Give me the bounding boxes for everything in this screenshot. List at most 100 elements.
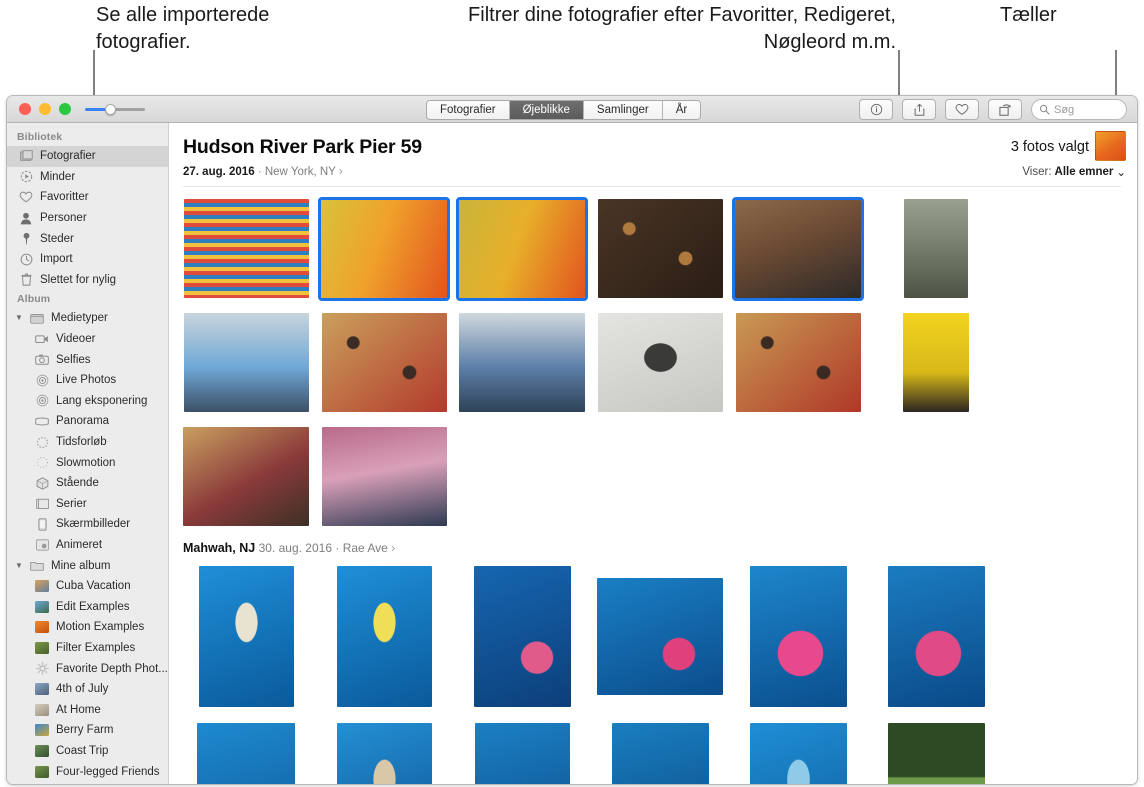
photo-thumbnail[interactable]	[735, 313, 861, 412]
moment-location[interactable]: New York, NY	[265, 166, 336, 178]
thumbnail-size-slider[interactable]	[85, 104, 145, 115]
sidebar-item-live-photos[interactable]: Live Photos	[7, 370, 168, 391]
photo-cell[interactable]	[867, 563, 1005, 709]
photo-thumbnail[interactable]	[903, 313, 969, 412]
photo-thumbnail-selected[interactable]	[456, 196, 588, 301]
sidebar-item-four-legged-friends[interactable]: Four-legged Friends	[7, 761, 168, 782]
photo-cell[interactable]	[177, 720, 315, 784]
tab-ar[interactable]: År	[662, 101, 701, 119]
sidebar-item-slowmotion[interactable]: Slowmotion	[7, 452, 168, 473]
photo-cell[interactable]	[591, 563, 729, 709]
photo-thumbnail-selected[interactable]	[732, 196, 864, 301]
sidebar-item-steder[interactable]: Steder	[7, 228, 168, 249]
photo-thumbnail[interactable]	[611, 722, 709, 784]
sidebar-item-favoritter[interactable]: Favoritter	[7, 187, 168, 208]
photo-grid-moment-1[interactable]	[169, 187, 1137, 539]
photo-cell[interactable]	[315, 196, 453, 301]
sidebar-item-staaende[interactable]: Stående	[7, 473, 168, 494]
sidebar-item-4th-of-july[interactable]: 4th of July	[7, 679, 168, 700]
sidebar-item-serier[interactable]: Serier	[7, 494, 168, 515]
rotate-button[interactable]	[988, 99, 1022, 120]
chevron-down-icon[interactable]: ⌄	[1116, 165, 1126, 179]
sidebar-item-personer[interactable]: Personer	[7, 208, 168, 229]
sidebar-group-mine-album[interactable]: ▼ Mine album	[7, 555, 168, 576]
photo-thumbnail[interactable]	[197, 722, 295, 784]
photo-cell[interactable]	[177, 197, 315, 300]
photo-thumbnail-selected[interactable]	[318, 196, 450, 301]
sidebar-item-motion-examples[interactable]: Motion Examples	[7, 617, 168, 638]
photo-thumbnail[interactable]	[749, 722, 847, 784]
photo-thumbnail[interactable]	[321, 427, 447, 526]
sidebar-item-at-home[interactable]: At Home	[7, 699, 168, 720]
photo-cell[interactable]	[453, 196, 591, 301]
chevron-right-icon[interactable]: ›	[391, 541, 395, 555]
sidebar-item-videoer[interactable]: Videoer	[7, 329, 168, 350]
photo-cell[interactable]	[453, 720, 591, 784]
photo-cell[interactable]	[591, 197, 729, 300]
photo-thumbnail[interactable]	[459, 313, 585, 412]
chevron-down-icon[interactable]: ▼	[15, 314, 23, 322]
chevron-down-icon[interactable]: ▼	[15, 561, 23, 570]
photo-cell[interactable]	[729, 196, 867, 301]
photo-cell[interactable]	[729, 563, 867, 709]
photo-thumbnail[interactable]	[474, 722, 570, 784]
photo-cell[interactable]	[729, 720, 867, 784]
moment-subtitle[interactable]: Mahwah, NJ 30. aug. 2016 · Rae Ave ›	[183, 541, 1121, 555]
photo-cell[interactable]	[453, 311, 591, 414]
share-button[interactable]	[902, 99, 936, 120]
minimize-button-icon[interactable]	[39, 103, 51, 115]
sidebar-item-panorama[interactable]: Panorama	[7, 411, 168, 432]
photo-cell[interactable]	[177, 425, 315, 528]
slider-knob[interactable]	[105, 104, 116, 115]
photo-grid-area[interactable]: Hudson River Park Pier 59 27. aug. 2016 …	[169, 123, 1137, 784]
photo-thumbnail[interactable]	[887, 722, 985, 784]
photo-thumbnail[interactable]	[336, 722, 432, 784]
sidebar-item-slettet-for-nylig[interactable]: Slettet for nylig	[7, 270, 168, 291]
search-field[interactable]: Søg	[1031, 99, 1127, 120]
zoom-button-icon[interactable]	[59, 103, 71, 115]
tab-samlinger[interactable]: Samlinger	[583, 101, 663, 119]
sidebar-item-import[interactable]: Import	[7, 249, 168, 270]
photo-thumbnail[interactable]	[183, 427, 309, 526]
photo-grid-moment-2[interactable]	[169, 555, 1137, 784]
photo-thumbnail[interactable]	[597, 313, 723, 412]
sidebar-item-favorite-depth-photos[interactable]: Favorite Depth Phot...	[7, 658, 168, 679]
sidebar-group-medietyper[interactable]: ▼ Medietyper	[7, 308, 168, 329]
sidebar-item-tidsforlob[interactable]: Tidsforløb	[7, 432, 168, 453]
photo-cell[interactable]	[867, 197, 1005, 300]
view-mode-segmented-control[interactable]: Fotografier Øjeblikke Samlinger År	[426, 100, 702, 120]
sidebar-item-skaermbilleder[interactable]: Skærmbilleder	[7, 514, 168, 535]
photo-cell[interactable]	[315, 563, 453, 709]
sidebar-item-cuba-vacation[interactable]: Cuba Vacation	[7, 576, 168, 597]
photo-thumbnail[interactable]	[183, 199, 309, 298]
photo-thumbnail[interactable]	[749, 565, 847, 707]
photo-cell[interactable]	[453, 563, 591, 709]
photo-thumbnail[interactable]	[597, 577, 723, 695]
photo-cell[interactable]	[867, 720, 1005, 784]
tab-fotografier[interactable]: Fotografier	[427, 101, 510, 119]
tab-ojeblikke[interactable]: Øjeblikke	[509, 101, 584, 119]
close-button-icon[interactable]	[19, 103, 31, 115]
info-button[interactable]	[859, 99, 893, 120]
photo-thumbnail[interactable]	[597, 199, 723, 298]
photo-cell[interactable]	[177, 563, 315, 709]
moment-subtitle[interactable]: 27. aug. 2016 · New York, NY ›	[183, 166, 1121, 178]
sidebar-item-filter-examples[interactable]: Filter Examples	[7, 638, 168, 659]
moment-location[interactable]: Rae Ave	[343, 541, 388, 555]
photo-thumbnail[interactable]	[198, 565, 294, 707]
viewer-filter-dropdown[interactable]: Viser: Alle emner ⌄	[1022, 165, 1126, 179]
photo-cell[interactable]	[867, 311, 1005, 414]
sidebar-item-lang-eksponering[interactable]: Lang eksponering	[7, 391, 168, 412]
photo-cell[interactable]	[315, 425, 453, 528]
sidebar-item-coast-trip[interactable]: Coast Trip	[7, 741, 168, 762]
favorite-button[interactable]	[945, 99, 979, 120]
sidebar-item-edit-examples[interactable]: Edit Examples	[7, 596, 168, 617]
photo-cell[interactable]	[315, 720, 453, 784]
sidebar-item-fotografier[interactable]: Fotografier	[7, 146, 168, 167]
photo-cell[interactable]	[315, 311, 453, 414]
sidebar-item-animeret[interactable]: Animeret	[7, 535, 168, 556]
photo-thumbnail[interactable]	[183, 313, 309, 412]
photo-thumbnail[interactable]	[321, 313, 447, 412]
photo-cell[interactable]	[591, 720, 729, 784]
photo-cell[interactable]	[591, 311, 729, 414]
